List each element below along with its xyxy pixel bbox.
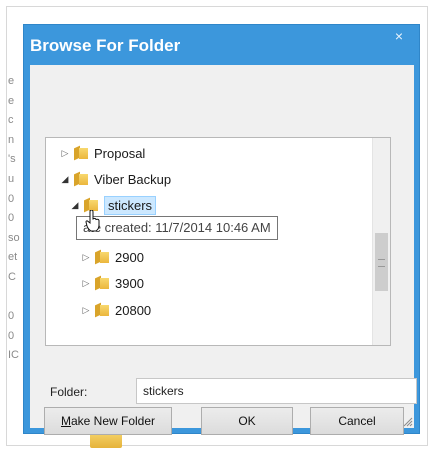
collapse-icon[interactable]: ◢ [58,174,72,185]
ok-button[interactable]: OK [201,407,293,435]
cancel-button[interactable]: Cancel [310,407,404,435]
background-letter: IC [8,349,19,362]
grip-icon [378,259,385,267]
tree-item-label: Viber Backup [94,171,172,187]
folder-tree[interactable]: ▷ Proposal ◢ Viber Backup ◢ stickers ▷ 2… [45,137,391,346]
expand-icon[interactable]: ▷ [79,305,93,316]
background-letter: 0 [8,329,15,342]
folder-icon [95,303,109,317]
tree-item-2900[interactable]: ▷ 2900 [79,246,144,268]
background-letter: 0 [8,192,15,205]
background-letter: u [8,172,15,185]
tree-item-label: 3900 [115,275,144,291]
dialog-titlebar[interactable]: Browse For Folder × [24,25,419,65]
tree-item-20800[interactable]: ▷ 20800 [79,299,152,321]
tree-scrollbar[interactable] [372,138,390,345]
tree-item-label: Proposal [94,145,146,161]
accelerator-key: M [60,414,71,428]
background-letter: n [8,133,15,146]
background-letter [8,288,20,308]
expand-icon[interactable]: ▷ [79,278,93,289]
folder-icon [74,172,88,186]
tree-item-3900[interactable]: ▷ 3900 [79,272,144,294]
hand-cursor-icon [85,210,100,232]
background-letter: 0 [8,212,15,225]
background-letter: et [8,251,18,264]
dialog-client-area: ▷ Proposal ◢ Viber Backup ◢ stickers ▷ 2… [30,65,417,435]
expand-icon[interactable]: ▷ [79,252,93,263]
date-created-tooltip: ate created: 11/7/2014 10:46 AM [76,216,278,240]
folder-input[interactable]: stickers [136,378,417,404]
tree-item-stickers[interactable]: ◢ stickers [68,194,157,216]
background-letter: 0 [8,310,15,323]
background-letter: 's [8,153,16,166]
background-letter: c [8,114,14,127]
folder-icon [95,276,109,290]
tree-item-label: stickers [104,195,157,215]
tooltip-text: ate created: 11/7/2014 10:46 AM [83,220,271,235]
background-letter: C [8,270,16,283]
background-letter: e [8,75,15,87]
background-letter: e [8,94,15,107]
folder-icon [74,146,88,160]
dialog-title: Browse For Folder [30,36,181,55]
folder-label: Folder: [50,385,88,399]
make-new-folder-button[interactable]: Make New Folder [44,407,172,435]
tree-item-proposal[interactable]: ▷ Proposal [58,142,146,164]
close-button[interactable]: × [387,27,411,47]
tree-item-viber-backup[interactable]: ◢ Viber Backup [58,168,172,190]
button-label: ake New Folder [70,414,156,428]
background-letter: so [8,231,20,244]
folder-icon [95,250,109,264]
scrollbar-thumb[interactable] [375,233,388,291]
expand-icon[interactable]: ▷ [58,148,72,159]
resize-grip-icon[interactable] [403,417,413,427]
tree-item-label: 2900 [115,249,144,265]
tree-item-label: 20800 [115,302,152,318]
collapse-icon[interactable]: ◢ [68,200,82,211]
background-text-column: e e c n's u 0 0 so et C 0 0 IC [8,72,20,366]
